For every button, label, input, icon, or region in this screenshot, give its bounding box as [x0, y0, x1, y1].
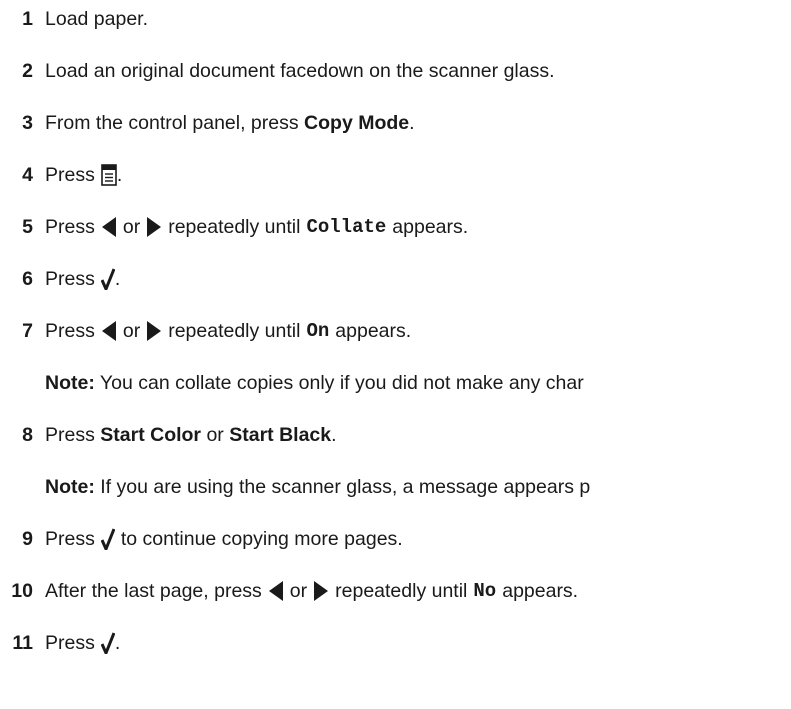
step-number: 9: [22, 527, 33, 550]
step-9: 9 Press to continue copying more pages.: [0, 524, 403, 554]
left-arrow-icon: [101, 216, 117, 238]
step-text: Press: [45, 267, 95, 290]
copy-mode-button-label: Copy Mode: [304, 111, 410, 134]
step-or: or: [201, 423, 230, 446]
step-7: 7 Press or repeatedly until On appears.: [0, 316, 411, 346]
step-number: 2: [22, 59, 33, 82]
step-text: Load paper.: [45, 7, 149, 30]
step-text-end: .: [114, 631, 121, 654]
note-text: If you are using the scanner glass, a me…: [94, 475, 591, 498]
note-1: Note: You can collate copies only if you…: [45, 368, 584, 398]
step-text-end: .: [409, 111, 415, 134]
step-10: 10 After the last page, press or repeate…: [0, 576, 578, 606]
checkmark-icon: [100, 268, 115, 290]
step-or: or: [122, 319, 141, 342]
step-text: Press: [45, 163, 95, 186]
step-text: Press: [45, 631, 95, 654]
step-text: Press: [45, 423, 101, 446]
step-text-end: appears.: [392, 215, 469, 238]
step-or: or: [122, 215, 141, 238]
step-text: Press: [45, 215, 95, 238]
note-label: Note:: [45, 371, 95, 394]
checkmark-icon: [100, 528, 115, 550]
step-text-mid: repeatedly until: [335, 579, 468, 602]
right-arrow-icon: [313, 580, 329, 602]
step-text-end: appears.: [335, 319, 412, 342]
step-2: 2 Load an original document facedown on …: [0, 56, 555, 86]
checkmark-icon: [100, 632, 115, 654]
step-4: 4 Press .: [0, 160, 122, 190]
right-arrow-icon: [146, 216, 162, 238]
step-number: 7: [22, 319, 33, 342]
step-text: Press: [45, 319, 95, 342]
start-black-button-label: Start Black: [229, 423, 332, 446]
display-text-no: No: [473, 580, 497, 602]
step-number: 1: [22, 7, 33, 30]
step-text-mid: repeatedly until: [168, 215, 301, 238]
note-2: Note: If you are using the scanner glass…: [45, 472, 590, 502]
menu-icon: [101, 164, 117, 186]
step-number: 5: [22, 215, 33, 238]
step-text-end: .: [114, 267, 121, 290]
step-or: or: [289, 579, 308, 602]
step-number: 4: [22, 163, 33, 186]
step-8: 8 Press Start Color or Start Black .: [0, 420, 337, 450]
step-text-end: .: [116, 163, 123, 186]
step-5: 5 Press or repeatedly until Collate appe…: [0, 212, 468, 242]
display-text-on: On: [306, 320, 330, 342]
note-text: You can collate copies only if you did n…: [94, 371, 584, 394]
step-text-end: appears.: [502, 579, 579, 602]
step-number: 11: [12, 631, 33, 654]
left-arrow-icon: [268, 580, 284, 602]
step-1: 1 Load paper.: [0, 4, 148, 34]
step-text: From the control panel, press: [45, 111, 305, 134]
step-number: 6: [22, 267, 33, 290]
step-text: Press: [45, 527, 95, 550]
step-number: 10: [11, 579, 33, 602]
step-number: 3: [22, 111, 33, 134]
step-text-mid: repeatedly until: [168, 319, 301, 342]
start-color-button-label: Start Color: [100, 423, 202, 446]
step-text: After the last page, press: [45, 579, 262, 602]
note-label: Note:: [45, 475, 95, 498]
left-arrow-icon: [101, 320, 117, 342]
display-text-collate: Collate: [306, 216, 387, 238]
step-number: 8: [22, 423, 33, 446]
step-text: Load an original document facedown on th…: [45, 59, 555, 82]
step-text-end: .: [331, 423, 337, 446]
step-text-end: to continue copying more pages.: [120, 527, 403, 550]
step-11: 11 Press .: [0, 628, 120, 658]
step-6: 6 Press .: [0, 264, 120, 294]
right-arrow-icon: [146, 320, 162, 342]
step-3: 3 From the control panel, press Copy Mod…: [0, 108, 415, 138]
